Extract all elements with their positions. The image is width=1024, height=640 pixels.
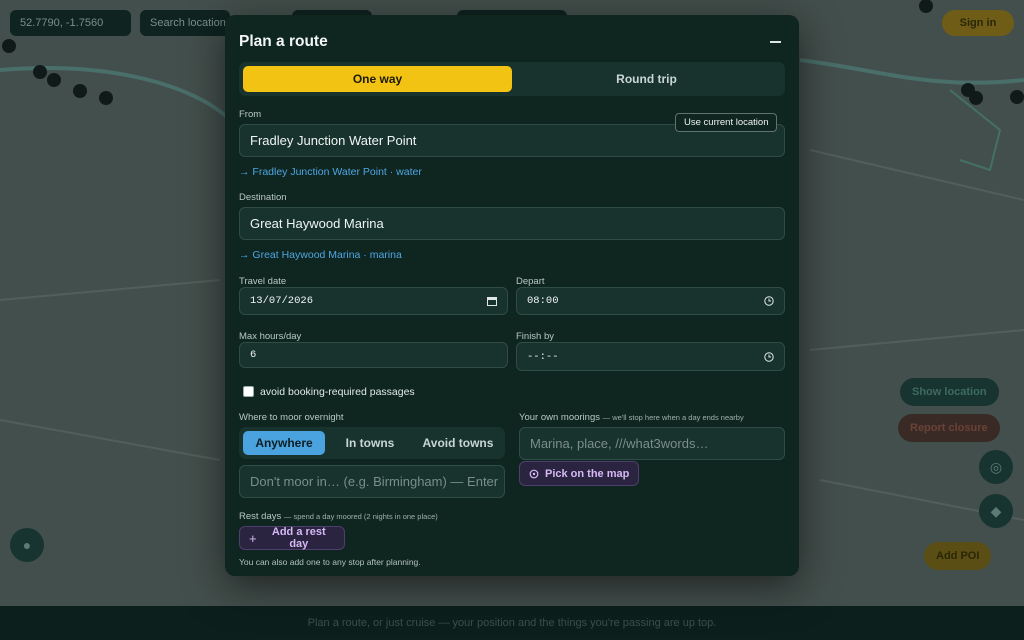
avoid-booking-checkbox[interactable] [243, 386, 254, 397]
trip-mode-toggle: One way Round trip [239, 62, 785, 96]
add-poi-button[interactable]: Add POI [924, 542, 992, 570]
max-hours-label: Max hours/day [239, 331, 302, 342]
avoid-booking-label: avoid booking-required passages [260, 386, 415, 398]
calendar-icon[interactable] [487, 296, 497, 306]
add-rest-day-button[interactable]: + Add a rest day [239, 526, 345, 550]
use-current-location-button[interactable]: Use current location [675, 113, 778, 132]
add-rest-day-label: Add a rest day [271, 526, 326, 550]
own-moorings-input[interactable]: Marina, place, ///what3words… [519, 427, 785, 460]
one-way-button[interactable]: One way [243, 66, 512, 92]
destination-suggestion[interactable]: → Great Haywood Marina · marina [239, 249, 402, 261]
destination-value: Great Haywood Marina [250, 216, 384, 231]
minimize-icon[interactable] [769, 33, 783, 49]
exclude-towns-input[interactable]: Don't moor in… (e.g. Birmingham) — Enter [239, 465, 505, 498]
depart-label: Depart [516, 276, 545, 287]
moor-anywhere-button[interactable]: Anywhere [243, 431, 325, 455]
layers-icon[interactable]: ◆ [979, 494, 1013, 528]
travel-date-input[interactable]: 13/07/2026 [239, 287, 508, 315]
dialog-title: Plan a route [239, 33, 328, 50]
pick-on-map-label: Pick on the map [545, 467, 630, 480]
rest-days-label: Rest days — spend a day moored (2 nights… [239, 511, 438, 522]
destination-input[interactable]: Great Haywood Marina [239, 207, 785, 240]
from-value: Fradley Junction Water Point [250, 133, 417, 148]
own-moorings-hint: — we'll stop here when a day ends nearby [602, 413, 744, 422]
moor-avoid-towns-button[interactable]: Avoid towns [415, 431, 501, 455]
travel-date-label: Travel date [239, 276, 287, 287]
destination-label: Destination [239, 192, 287, 203]
report-closure-button[interactable]: Report closure [898, 414, 1000, 442]
depart-input[interactable]: 08:00 [516, 287, 785, 315]
compass-icon[interactable]: ● [10, 528, 44, 562]
own-moorings-placeholder: Marina, place, ///what3words… [530, 436, 709, 451]
clock-icon[interactable] [764, 296, 774, 306]
moor-label: Where to moor overnight [239, 412, 344, 423]
moor-mode-toggle: Anywhere In towns Avoid towns [239, 427, 505, 459]
own-moorings-title: Your own moorings [519, 412, 600, 423]
crosshair-icon [529, 469, 539, 478]
from-suggestion[interactable]: → Fradley Junction Water Point · water [239, 166, 422, 178]
moor-in-towns-button[interactable]: In towns [325, 431, 415, 455]
show-location-button[interactable]: Show location [900, 378, 999, 406]
coords-readout: 52.7790, -1.7560 [10, 10, 131, 36]
from-label: From [239, 109, 262, 120]
exclude-towns-placeholder: Don't moor in… (e.g. Birmingham) — Enter [250, 474, 499, 489]
locate-me-icon[interactable]: ◎ [979, 450, 1013, 484]
location-search[interactable]: Search location [140, 10, 230, 36]
clock-icon[interactable] [764, 351, 774, 362]
round-trip-button[interactable]: Round trip [512, 66, 781, 92]
finish-by-input[interactable]: --:-- [516, 342, 785, 371]
max-hours-input[interactable]: 6 [239, 342, 508, 368]
plus-icon: + [249, 530, 257, 546]
rest-days-title: Rest days [239, 511, 282, 522]
finish-by-value: --:-- [527, 350, 559, 363]
own-moorings-label: Your own moorings — we'll stop here when… [519, 412, 744, 423]
plan-route-dialog: Plan a route One way Round trip From Fra… [225, 15, 799, 576]
max-hours-value: 6 [250, 349, 257, 361]
rest-days-note: You can also add one to any stop after p… [239, 557, 421, 567]
finish-by-label: Finish by [516, 331, 555, 342]
rest-days-hint: — spend a day moored (2 nights in one pl… [283, 512, 438, 521]
bottom-hint-bar: Plan a route, or just cruise — your posi… [0, 606, 1024, 640]
depart-value: 08:00 [527, 295, 559, 307]
pick-on-map-button[interactable]: Pick on the map [519, 461, 640, 486]
travel-date-value: 13/07/2026 [250, 295, 314, 307]
sign-in-button[interactable]: Sign in [942, 10, 1014, 36]
